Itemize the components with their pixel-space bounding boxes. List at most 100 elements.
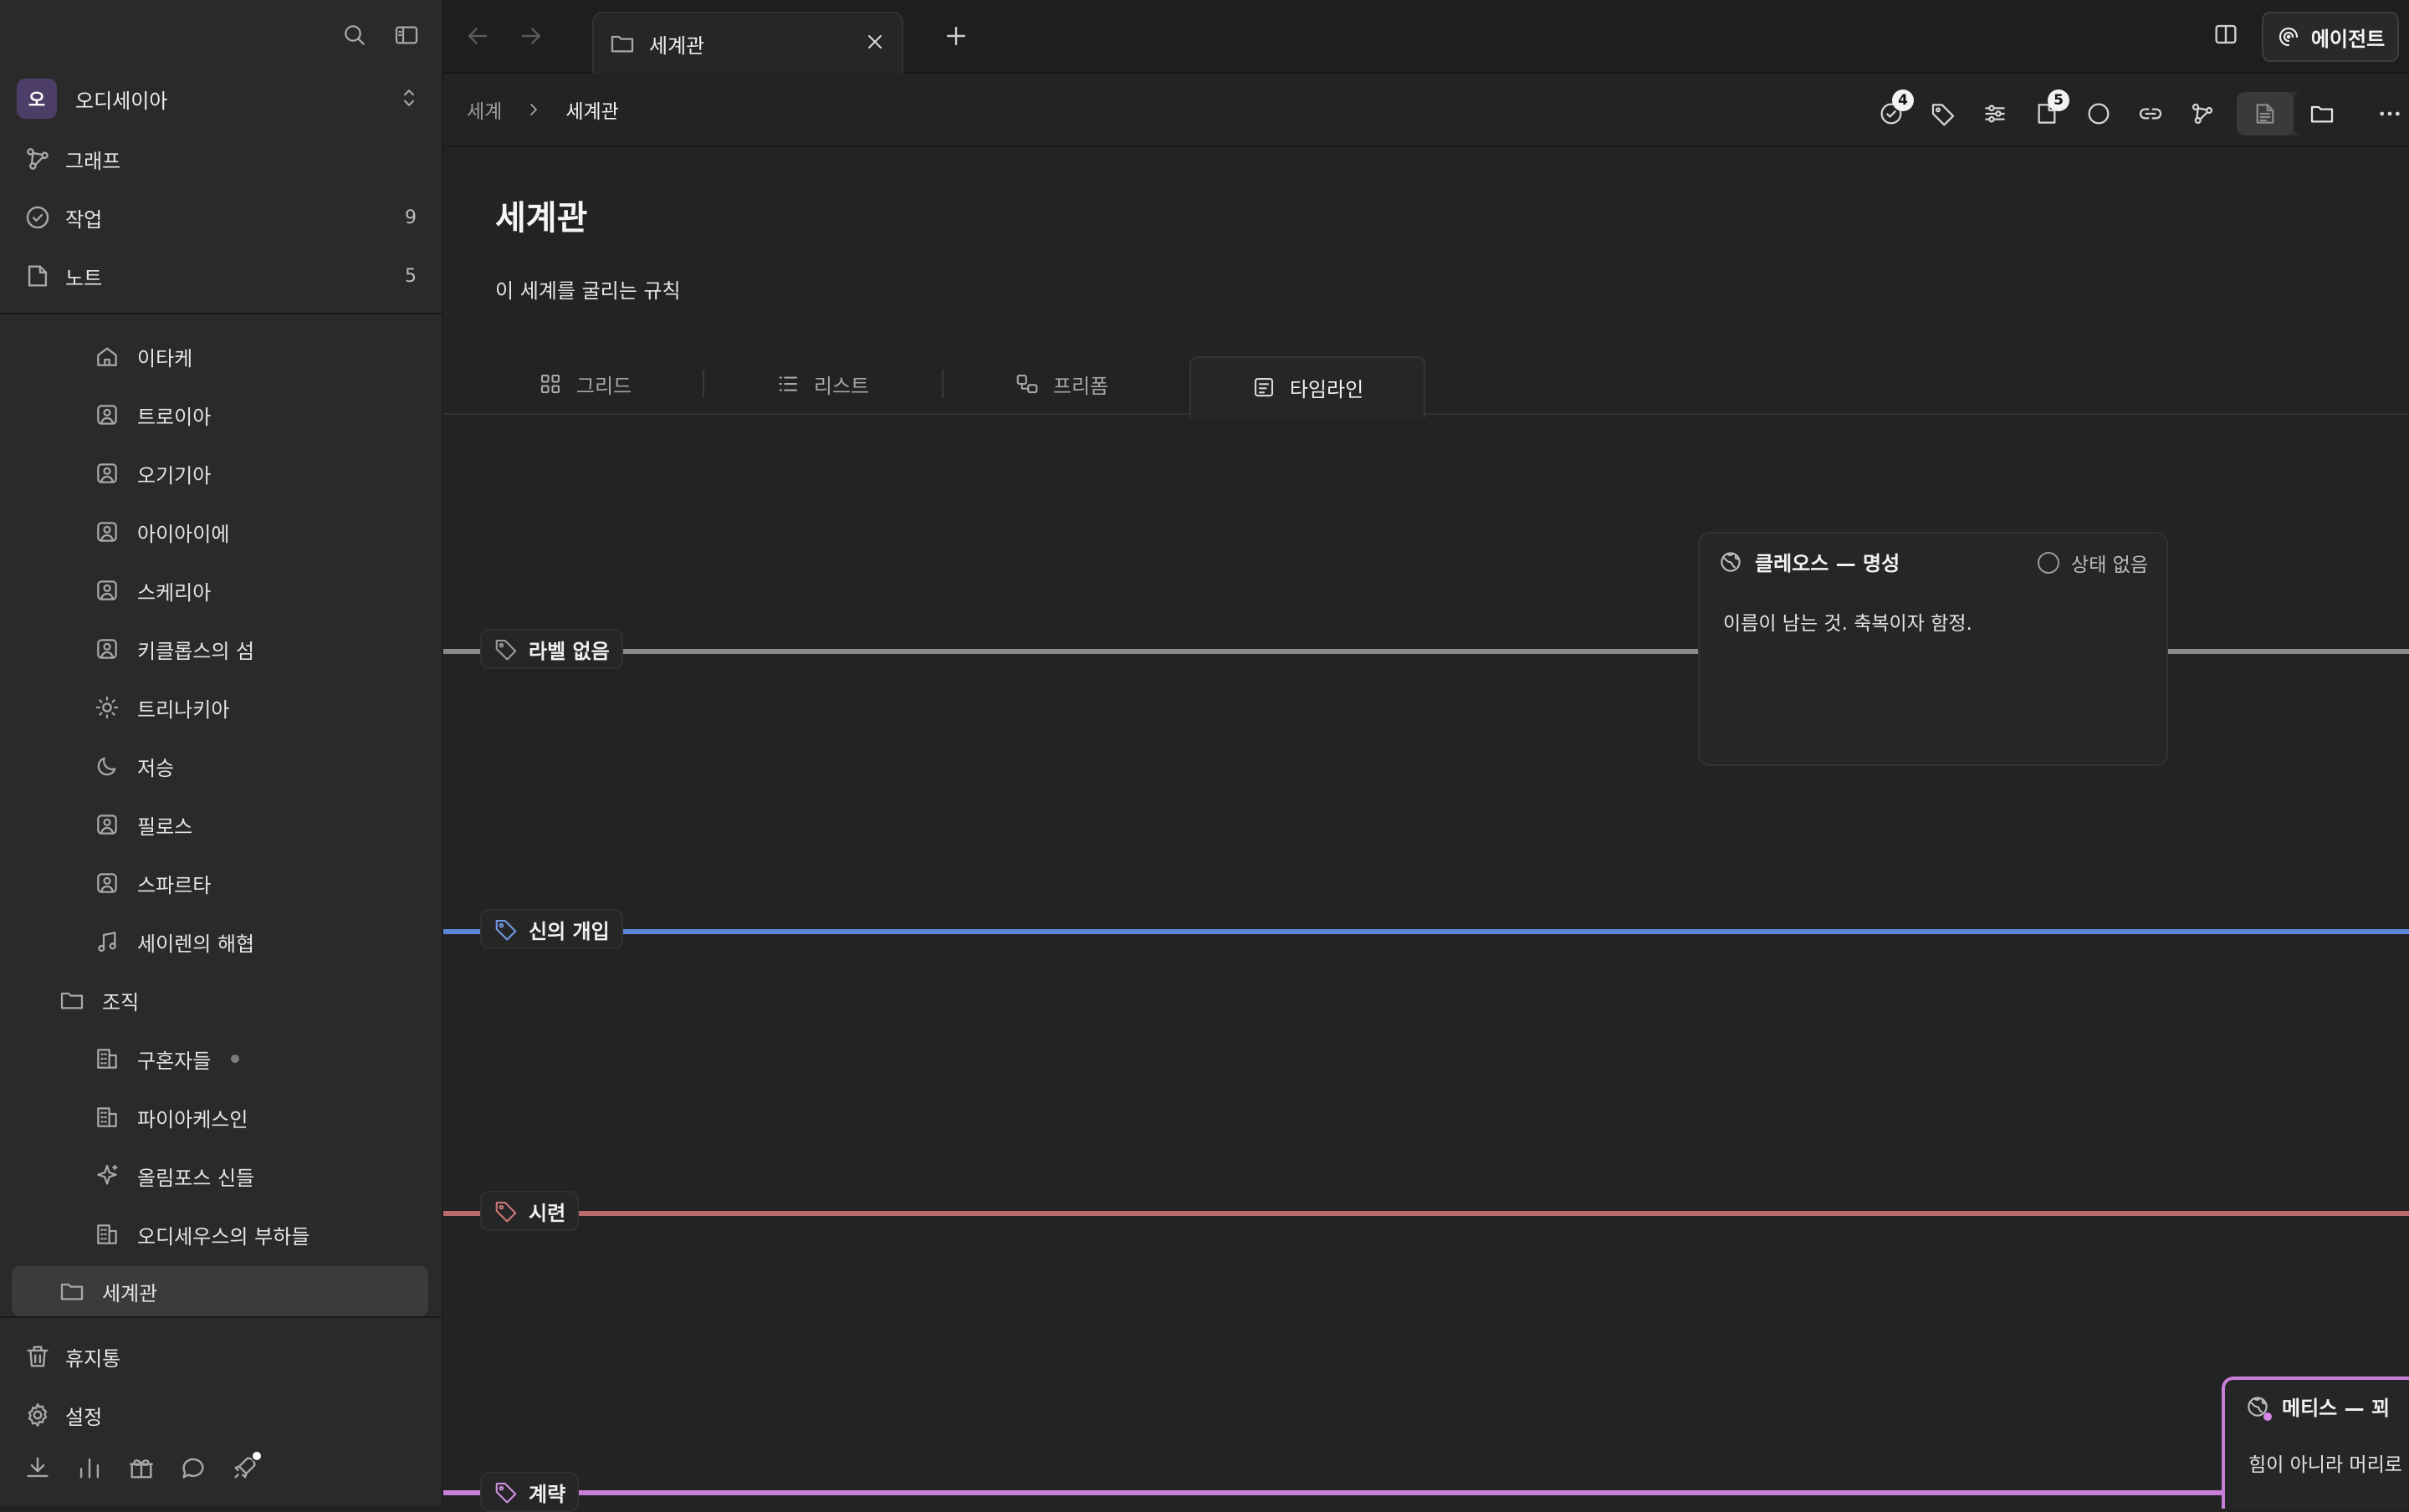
view-tab-label: 타임라인 bbox=[1289, 377, 1364, 401]
sidebar-item-tasks[interactable]: 작업 9 bbox=[23, 197, 417, 238]
timeline-lane-label[interactable]: 신의 개입 bbox=[480, 909, 623, 949]
chart-icon[interactable] bbox=[75, 1453, 104, 1482]
tag-icon bbox=[495, 919, 517, 941]
tree-item[interactable]: 세이렌의 해협 bbox=[94, 922, 254, 962]
tree-item[interactable]: 아이아이에 bbox=[94, 512, 229, 552]
timeline-lane-label[interactable]: 계략 bbox=[480, 1472, 580, 1512]
sidebar-item-notes[interactable]: 노트 5 bbox=[23, 256, 417, 296]
tab-label: 세계관 bbox=[649, 33, 705, 58]
sidebar-top-actions bbox=[341, 22, 420, 49]
tree-item[interactable]: 오디세우스의 부하들 bbox=[94, 1214, 309, 1254]
page-description[interactable]: 이 세계를 굴리는 규칙 bbox=[495, 274, 681, 304]
workspace-switcher[interactable]: 오 오디세이아 bbox=[17, 79, 422, 119]
timeline-lane-label[interactable]: 시련 bbox=[480, 1191, 580, 1231]
tasks-button[interactable]: 4 bbox=[1865, 89, 1917, 131]
tree-item[interactable]: 트로이아 bbox=[94, 395, 211, 435]
tab-timeline[interactable]: 타임라인 bbox=[1189, 356, 1425, 418]
note-icon bbox=[23, 262, 52, 290]
timeline-card[interactable]: 클레오스 — 명성 상태 없음 이름이 남는 것. 축복이자 함정. bbox=[1698, 532, 2168, 766]
sidebar-item-trash[interactable]: 휴지통 bbox=[23, 1336, 417, 1377]
tab-worldbuilding[interactable]: 세계관 bbox=[592, 12, 903, 74]
tree-item-label: 올림포스 신들 bbox=[137, 1166, 255, 1190]
folder-view-button[interactable] bbox=[2294, 92, 2350, 135]
chevron-updown-icon bbox=[396, 85, 422, 110]
tag-icon bbox=[495, 1482, 517, 1504]
tree-folder-active[interactable]: 세계관 bbox=[59, 1271, 157, 1311]
notes-button[interactable]: 5 bbox=[2021, 89, 2073, 131]
lane-label-text: 라벨 없음 bbox=[529, 639, 610, 663]
moon-icon bbox=[94, 753, 120, 779]
tree-item[interactable]: 저승 bbox=[94, 746, 174, 786]
tree-item-label: 오디세우스의 부하들 bbox=[137, 1224, 310, 1249]
view-mode-toggle bbox=[2237, 92, 2350, 135]
sidebar-item-settings[interactable]: 설정 bbox=[23, 1395, 417, 1435]
tree-item-label: 스파르타 bbox=[137, 873, 212, 897]
notification-dot bbox=[251, 1450, 263, 1462]
list-icon bbox=[779, 376, 797, 391]
tree-folder[interactable]: 조직 bbox=[59, 980, 139, 1020]
folder-icon bbox=[611, 35, 634, 53]
sidebar-toggle-icon[interactable] bbox=[393, 22, 420, 49]
more-button[interactable] bbox=[2364, 96, 2409, 131]
lane-label-text: 시련 bbox=[529, 1201, 566, 1225]
tab-freeform[interactable]: 프리폼 bbox=[944, 355, 1179, 413]
music-icon bbox=[94, 928, 120, 955]
check-circle-icon bbox=[23, 203, 52, 232]
back-arrow-icon[interactable] bbox=[463, 22, 492, 50]
document-view-button[interactable] bbox=[2237, 92, 2294, 135]
search-icon[interactable] bbox=[341, 22, 368, 49]
sidebar-item-count: 5 bbox=[405, 265, 417, 287]
timeline-lane-label[interactable]: 라벨 없음 bbox=[480, 629, 623, 669]
agent-swirl-icon bbox=[2279, 27, 2298, 47]
breadcrumb-item[interactable]: 세계 bbox=[467, 95, 502, 124]
graph-icon bbox=[23, 145, 52, 173]
gift-icon[interactable] bbox=[127, 1453, 156, 1482]
tag-button[interactable] bbox=[1917, 96, 1969, 131]
tree-item[interactable]: 오기기아 bbox=[94, 453, 211, 493]
properties-button[interactable] bbox=[1969, 96, 2021, 131]
close-icon[interactable] bbox=[863, 30, 887, 54]
chat-icon[interactable] bbox=[179, 1453, 207, 1482]
sidebar: 오 오디세이아 그래프 작업 9 노트 5 이타케 트로이아 오기기아 아이아이… bbox=[0, 0, 443, 1505]
tree-item[interactable]: 파이아케스인 bbox=[94, 1097, 248, 1137]
globe-icon bbox=[1721, 551, 1741, 572]
tree-item-label: 키클롭스의 섬 bbox=[137, 639, 255, 663]
card-body: 힘이 아니라 머리로 bbox=[2248, 1454, 2402, 1476]
status-button[interactable] bbox=[2073, 96, 2125, 131]
rocket-icon[interactable] bbox=[231, 1450, 263, 1482]
location-icon bbox=[94, 636, 120, 662]
tab-grid[interactable]: 그리드 bbox=[467, 355, 703, 413]
view-tab-label: 그리드 bbox=[575, 374, 632, 398]
view-tab-label: 프리폼 bbox=[1052, 374, 1109, 398]
forward-arrow-icon[interactable] bbox=[517, 22, 545, 50]
card-title: 메티스 — 꾀 bbox=[2282, 1397, 2391, 1420]
tree-item[interactable]: 이타케 bbox=[94, 336, 192, 376]
link-button[interactable] bbox=[2125, 96, 2176, 131]
download-icon[interactable] bbox=[23, 1453, 52, 1482]
sidebar-item-label: 그래프 bbox=[65, 149, 121, 173]
card-status[interactable]: 상태 없음 bbox=[2038, 549, 2148, 577]
tree-item[interactable]: 필로스 bbox=[94, 805, 192, 845]
card-body: 이름이 남는 것. 축복이자 함정. bbox=[1723, 613, 1972, 635]
sliders-icon bbox=[1985, 105, 2005, 123]
tree-item[interactable]: 구혼자들 bbox=[94, 1039, 240, 1079]
sidebar-item-graph[interactable]: 그래프 bbox=[23, 139, 417, 179]
status-circle-icon bbox=[2088, 103, 2110, 125]
building-icon bbox=[94, 1221, 120, 1248]
tree-item[interactable]: 트리나키아 bbox=[94, 687, 229, 728]
agent-button[interactable]: 에이전트 bbox=[2262, 12, 2399, 62]
tree-item[interactable]: 스케리아 bbox=[94, 570, 211, 610]
graph-button[interactable] bbox=[2176, 96, 2228, 131]
tree-item-label: 트로이아 bbox=[137, 405, 212, 429]
timeline-card[interactable]: 메티스 — 꾀 힘이 아니라 머리로 bbox=[2222, 1377, 2409, 1509]
tree-item[interactable]: 스파르타 bbox=[94, 863, 211, 903]
tree-item[interactable]: 올림포스 신들 bbox=[94, 1156, 254, 1196]
view-tabs: 그리드 리스트 프리폼 타임라인 bbox=[443, 355, 2409, 418]
plus-icon[interactable] bbox=[942, 22, 970, 50]
tree-item[interactable]: 키클롭스의 섬 bbox=[94, 629, 254, 669]
card-header: 클레오스 — 명성 bbox=[1718, 547, 1900, 576]
split-view-icon[interactable] bbox=[2212, 20, 2240, 49]
tree-item-label: 세계관 bbox=[102, 1281, 158, 1305]
page-title[interactable]: 세계관 bbox=[495, 191, 587, 239]
tab-list[interactable]: 리스트 bbox=[704, 355, 940, 413]
